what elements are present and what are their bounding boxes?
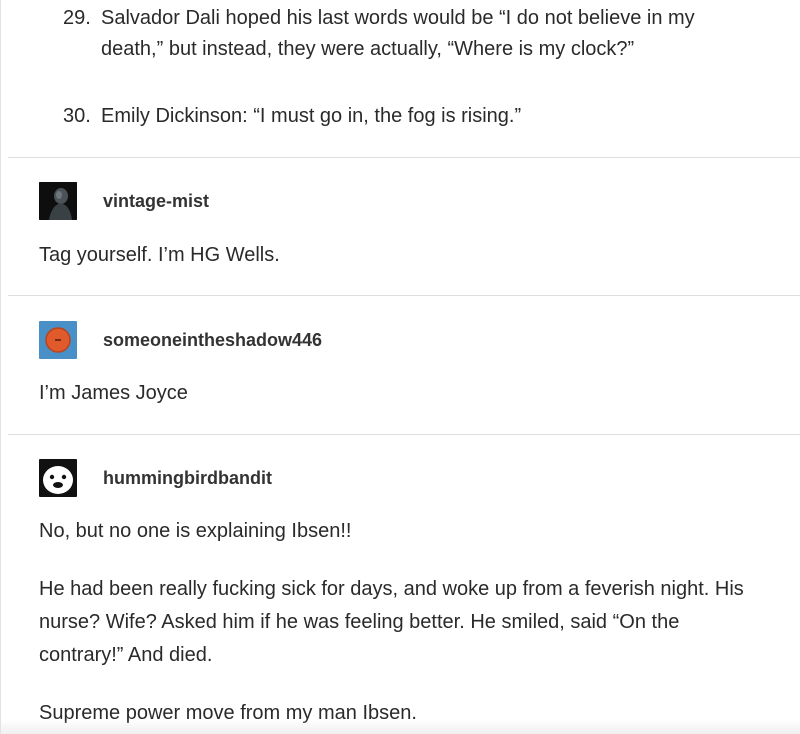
reply-header: someoneintheshadow446	[39, 321, 739, 359]
divider	[8, 157, 800, 158]
username-link[interactable]: vintage-mist	[103, 191, 209, 212]
reply-paragraph: He had been really fucking sick for days…	[39, 578, 744, 666]
post-thread: 29. Salvador Dali hoped his last words w…	[0, 0, 800, 734]
username-link[interactable]: hummingbirdbandit	[103, 468, 272, 489]
divider	[8, 295, 800, 296]
reply-text: I’m James Joyce	[39, 382, 188, 404]
reply-text: Tag yourself. I’m HG Wells.	[39, 244, 280, 266]
dark-silhouette-avatar[interactable]	[39, 182, 77, 220]
reply-header: hummingbirdbandit	[39, 459, 739, 497]
list-item-number: 29.	[63, 7, 91, 29]
list-item-text: Salvador Dali hoped his last words would…	[101, 7, 695, 60]
cartoon-face-avatar[interactable]	[39, 459, 77, 497]
reply-header: vintage-mist	[39, 182, 739, 220]
username-link[interactable]: someoneintheshadow446	[103, 330, 322, 351]
divider	[8, 434, 800, 435]
reply-paragraph: No, but no one is explaining Ibsen!!	[39, 520, 352, 542]
list-item-text: Emily Dickinson: “I must go in, the fog …	[101, 105, 522, 127]
list-item-number: 30.	[63, 105, 91, 127]
orange-circle-avatar[interactable]	[39, 321, 77, 359]
bottom-fade	[1, 720, 800, 734]
